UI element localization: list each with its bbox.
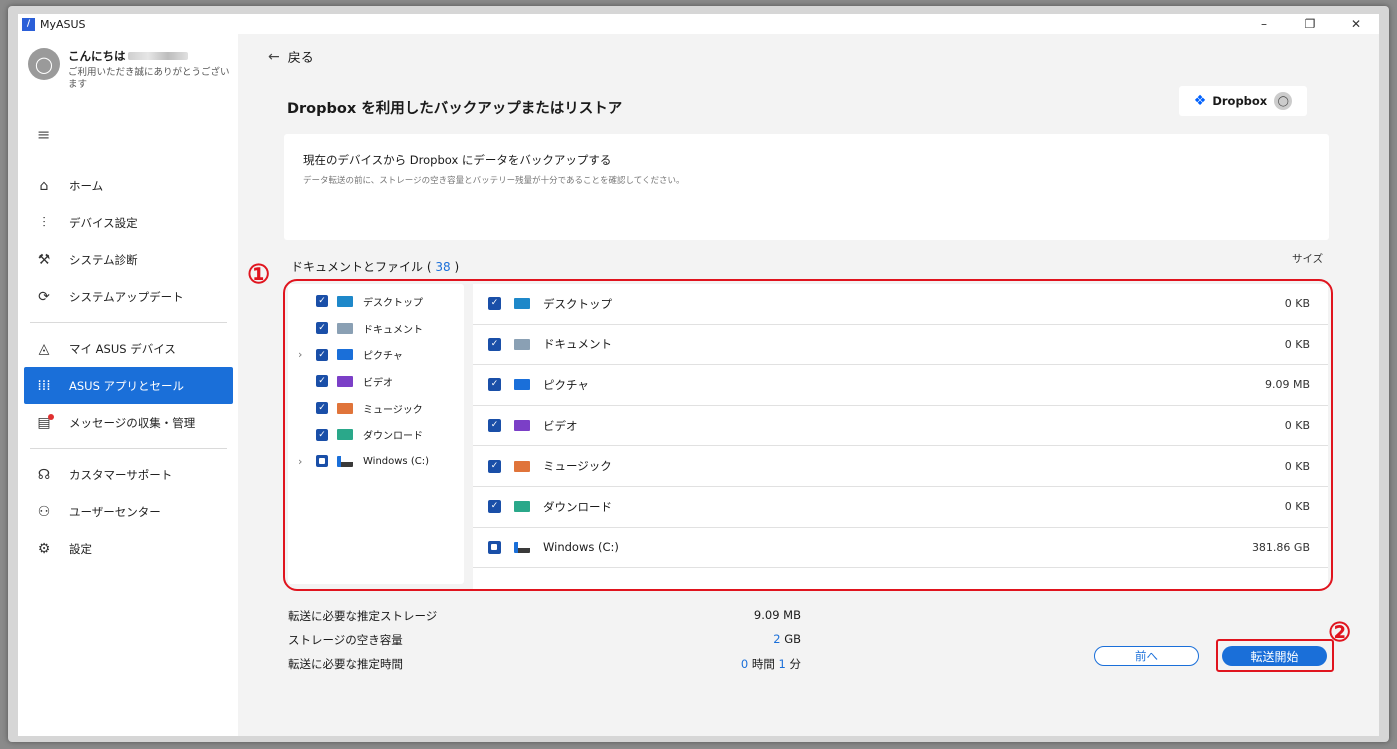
free-storage-unit: GB xyxy=(784,632,801,646)
nav-item-apps-and-deals[interactable]: ⁞⁞⁞ ASUS アプリとセール xyxy=(24,367,233,404)
gear-icon: ⚙ xyxy=(37,540,51,557)
sliders-icon: ⫶ xyxy=(42,214,46,231)
free-storage-number: 2 xyxy=(773,632,781,646)
info-description: データ転送の前に、ストレージの空き容量とバッテリー残量が十分であることを確認して… xyxy=(303,176,685,186)
close-button[interactable]: ✕ xyxy=(1333,14,1379,34)
dropbox-label: Dropbox xyxy=(1212,94,1268,108)
annotation-box-2 xyxy=(1216,639,1334,672)
est-storage-value: 9.09 MB xyxy=(753,608,801,622)
docs-label-suffix: ) xyxy=(454,260,460,274)
annotation-number-1: ① xyxy=(247,260,271,290)
est-time-value: 0 時間 1 分 xyxy=(651,656,801,672)
update-icon: ⟳ xyxy=(38,288,50,305)
device-icon: ◬ xyxy=(38,340,50,357)
nav-item-settings[interactable]: ⚙ 設定 xyxy=(24,530,233,567)
dropbox-account-chip[interactable]: ❖ Dropbox ◯ xyxy=(1179,86,1307,116)
nav-label: マイ ASUS デバイス xyxy=(69,341,176,356)
grid-icon: ⁞⁞⁞ xyxy=(37,377,51,394)
menu-icon[interactable]: ≡ xyxy=(37,125,50,144)
size-column-header: サイズ xyxy=(1292,253,1324,265)
docs-label-prefix: ドキュメントとファイル ( xyxy=(291,260,432,274)
est-time-minutes: 1 xyxy=(778,657,786,671)
account-avatar-icon: ◯ xyxy=(1274,92,1293,110)
nav-label: カスタマーサポート xyxy=(69,467,173,482)
greeting-text: こんにちは xyxy=(68,49,126,63)
greeting-subtitle: ご利用いただき誠にありがとうございます xyxy=(68,67,230,90)
window-title: MyASUS xyxy=(40,17,86,31)
nav-label: システムアップデート xyxy=(69,289,184,304)
nav-item-user-center[interactable]: ⚇ ユーザーセンター xyxy=(24,493,233,530)
main-content: ← 戻る Dropbox を利用したバックアップまたはリストア ❖ Dropbo… xyxy=(238,34,1379,736)
myasus-logo-icon: / xyxy=(22,17,35,31)
est-time-hours: 0 xyxy=(740,657,749,671)
free-storage-value: 2 GB xyxy=(651,632,801,646)
back-label: 戻る xyxy=(287,51,314,66)
home-icon: ⌂ xyxy=(39,177,49,194)
minimize-button[interactable]: – xyxy=(1241,14,1287,34)
documents-files-label: ドキュメントとファイル ( 38 ) xyxy=(291,258,459,275)
nav-label: ホーム xyxy=(69,178,104,193)
nav-label: ASUS アプリとセール xyxy=(69,378,185,393)
back-arrow-icon: ← xyxy=(268,48,280,65)
nav-label: システム診断 xyxy=(69,252,138,267)
est-time-minutes-unit: 分 xyxy=(789,657,802,671)
nav-divider xyxy=(30,448,227,449)
previous-button[interactable]: 前へ xyxy=(1094,646,1199,666)
message-icon: ▤ xyxy=(34,413,54,431)
headset-icon: ☊ xyxy=(37,466,51,483)
nav-item-device-settings[interactable]: ⫶ デバイス設定 xyxy=(24,204,233,241)
est-time-label: 転送に必要な推定時間 xyxy=(288,657,403,671)
nav-item-messages[interactable]: ▤ メッセージの収集・管理 xyxy=(24,404,233,441)
user-profile[interactable]: ◯ こんにちは ご利用いただき誠にありがとうございます xyxy=(28,48,233,91)
annotation-box-1 xyxy=(283,279,1333,591)
nav-item-system-update[interactable]: ⟳ システムアップデート xyxy=(24,278,233,315)
free-storage-label: ストレージの空き容量 xyxy=(288,633,403,647)
nav-label: デバイス設定 xyxy=(69,215,138,230)
nav-label: 設定 xyxy=(69,541,92,556)
nav-label: メッセージの収集・管理 xyxy=(69,415,196,430)
nav-item-system-diagnosis[interactable]: ⚒ システム診断 xyxy=(24,241,233,278)
dropbox-icon: ❖ xyxy=(1193,93,1207,109)
est-storage-label: 転送に必要な推定ストレージ xyxy=(288,609,438,623)
info-title: 現在のデバイスから Dropbox にデータをバックアップする xyxy=(303,153,612,167)
restore-button[interactable]: ❐ xyxy=(1287,14,1333,34)
docs-count: 38 xyxy=(435,260,451,274)
nav-item-home[interactable]: ⌂ ホーム xyxy=(24,167,233,204)
est-time-hours-unit: 時間 xyxy=(751,657,775,671)
nav-label: ユーザーセンター xyxy=(69,504,161,519)
page-title: Dropbox を利用したバックアップまたはリストア xyxy=(287,101,623,117)
sidebar: ◯ こんにちは ご利用いただき誠にありがとうございます ≡ ⌂ ホーム ⫶ デバイス… xyxy=(18,34,238,736)
info-card: 現在のデバイスから Dropbox にデータをバックアップする データ転送の前に… xyxy=(284,134,1329,240)
nav-divider xyxy=(30,322,227,323)
nav-item-my-devices[interactable]: ◬ マイ ASUS デバイス xyxy=(24,330,233,367)
nav-item-customer-support[interactable]: ☊ カスタマーサポート xyxy=(24,456,233,493)
app-window: / MyASUS – ❐ ✕ ◯ こんにちは ご利用いただき誠にありがとうござい… xyxy=(18,14,1379,736)
title-bar: / MyASUS – ❐ ✕ xyxy=(18,14,1379,34)
nav-main: ⌂ ホーム ⫶ デバイス設定 ⚒ システム診断 ⟳ システムアップデート ◬ マイ ASU… xyxy=(24,167,233,567)
back-link[interactable]: ← 戻る xyxy=(268,47,314,67)
blurred-username xyxy=(127,52,188,60)
annotation-number-2: ② xyxy=(1328,618,1352,648)
wrench-icon: ⚒ xyxy=(37,251,51,268)
user-icon: ⚇ xyxy=(37,503,51,520)
avatar-icon: ◯ xyxy=(28,48,60,80)
